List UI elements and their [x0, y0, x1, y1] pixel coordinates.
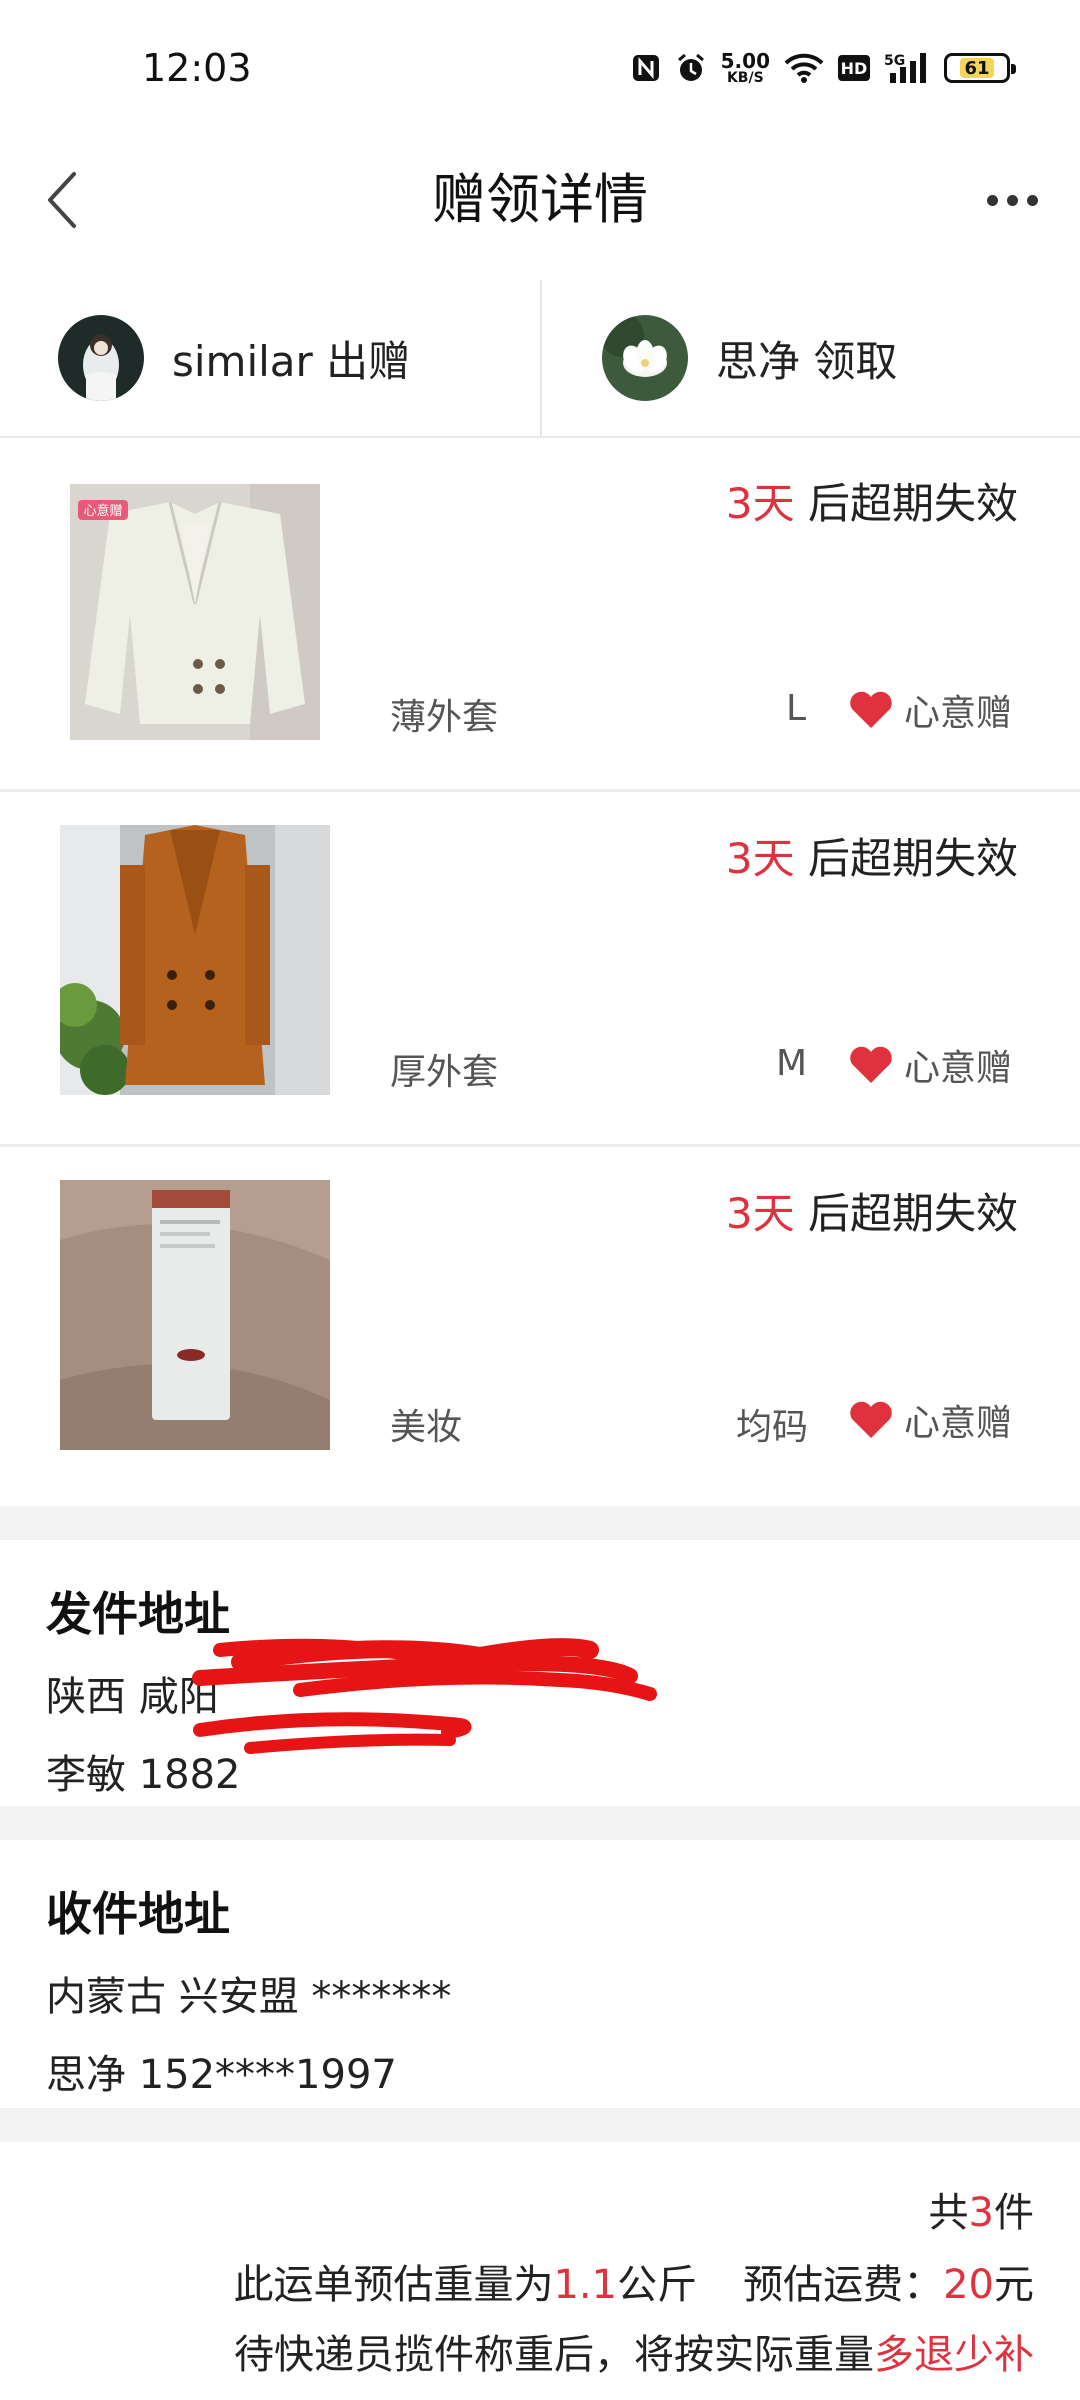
party-divider: [540, 280, 542, 436]
signal-5g-icon: 5G: [884, 51, 930, 85]
more-dot-icon: [1026, 194, 1038, 206]
more-dot-icon: [986, 194, 998, 206]
shipping-summary: 共3件 此运单预估重量为1.1公斤 预估运费：20元 待快递员揽件称重后，将按实际…: [0, 2142, 1080, 2400]
nfc-icon: [631, 53, 661, 83]
note-highlight: 多退少补: [874, 2332, 1034, 2378]
expire-notice: 3天 后超期失效: [726, 470, 1018, 531]
receive-address-title: 收件地址: [46, 1887, 230, 1941]
battery-icon: 61: [944, 53, 1016, 83]
status-bar: 12:03 5.00 KB/S HD 5G 61: [0, 0, 1080, 140]
fee-value: 20: [943, 2262, 994, 2308]
item-thumbnail[interactable]: 心意赠: [70, 484, 320, 740]
weight-prefix: 此运单预估重量为: [233, 2262, 554, 2308]
gift-tag: 心意赠: [848, 1039, 1012, 1091]
expire-notice: 3天 后超期失效: [726, 825, 1018, 886]
hd-badge: HD: [838, 55, 870, 81]
gift-tag: 心意赠: [848, 1394, 1012, 1446]
section-gap: [0, 1806, 1080, 1840]
item-size: 均码: [736, 1407, 809, 1448]
net-speed-value: 5.00: [720, 49, 770, 73]
item-size: L: [786, 688, 807, 729]
more-options-button[interactable]: [972, 170, 1052, 230]
status-time: 12:03: [142, 46, 252, 90]
send-address-line: 陕西 咸阳: [46, 1674, 219, 1720]
count-suffix: 件: [994, 2190, 1034, 2236]
receive-contact-line: 思净 152****1997: [46, 2052, 397, 2098]
svg-text:心意赠: 心意赠: [83, 503, 122, 519]
section-gap: [0, 2108, 1080, 2142]
item-count: 共3件: [929, 2180, 1034, 2238]
gift-tag-label: 心意赠: [903, 1403, 1012, 1444]
receiver-label: 思净 领取: [716, 336, 898, 386]
expire-notice: 3天 后超期失效: [726, 1180, 1018, 1241]
giver-label: similar 出赠: [172, 336, 411, 386]
send-address-section: 发件地址 陕西 咸阳 李敏 1882: [0, 1540, 1080, 1806]
net-speed-unit: KB/S: [726, 70, 764, 86]
count-value: 3: [968, 2190, 994, 2236]
item-category: 薄外套: [390, 697, 499, 738]
more-dot-icon: [1006, 194, 1018, 206]
item-category: 美妆: [390, 1407, 463, 1448]
page-title: 赠领详情: [432, 168, 648, 231]
receive-address-section: 收件地址 内蒙古 兴安盟 ******* 思净 152****1997: [0, 1840, 1080, 2108]
weight-value: 1.1: [553, 2262, 618, 2308]
nav-bar: 赠领详情: [0, 140, 1080, 270]
item-thumbnail[interactable]: [60, 1180, 330, 1450]
send-contact-line: 李敏 1882: [46, 1752, 241, 1798]
gift-tag-label: 心意赠: [903, 693, 1012, 734]
alarm-icon: [675, 52, 707, 84]
receiver-profile[interactable]: 思净 领取: [602, 280, 897, 436]
heart-icon: [850, 1046, 892, 1083]
fee-unit: 元: [994, 2262, 1034, 2308]
expire-text: 后超期失效: [794, 834, 1018, 883]
status-icons: 5.00 KB/S HD 5G 61: [631, 48, 1016, 88]
note-prefix: 待快递员揽件称重后，将按实际重量: [234, 2332, 874, 2378]
giver-avatar[interactable]: [58, 315, 144, 401]
heart-icon: [850, 1401, 892, 1438]
item-thumbnail[interactable]: [60, 825, 330, 1095]
weight-unit: 公斤: [617, 2262, 698, 2308]
expire-text: 后超期失效: [794, 479, 1018, 528]
giver-profile[interactable]: similar 出赠: [58, 280, 410, 436]
gift-item[interactable]: 3天 后超期失效 厚外套 M 心意赠: [0, 795, 1080, 1147]
expire-days: 3天: [725, 479, 795, 528]
heart-icon: [850, 691, 892, 728]
gift-item[interactable]: 3天 后超期失效 美妆 均码 心意赠: [0, 1150, 1080, 1502]
expire-days: 3天: [725, 1189, 795, 1238]
gift-tag-label: 心意赠: [903, 1048, 1012, 1089]
network-speed: 5.00 KB/S: [721, 51, 770, 85]
receiver-avatar[interactable]: [602, 315, 688, 401]
item-size: M: [776, 1043, 808, 1084]
receive-address-line: 内蒙古 兴安盟 *******: [46, 1974, 452, 2020]
section-gap: [0, 1506, 1080, 1540]
count-prefix: 共: [928, 2190, 969, 2236]
gift-tag: 心意赠: [848, 684, 1012, 736]
wifi-icon: [784, 52, 824, 84]
weight-fee-line: 此运单预估重量为1.1公斤 预估运费：20元: [233, 2252, 1034, 2310]
weight-note-line: 待快递员揽件称重后，将按实际重量多退少补: [234, 2322, 1034, 2380]
item-category: 厚外套: [390, 1052, 499, 1093]
expire-text: 后超期失效: [794, 1189, 1018, 1238]
fee-label: 预估运费：: [743, 2262, 944, 2308]
expire-days: 3天: [725, 834, 795, 883]
battery-level: 61: [959, 58, 995, 79]
svg-text:5G: 5G: [884, 53, 905, 69]
send-address-title: 发件地址: [46, 1587, 230, 1641]
party-header: similar 出赠 思净 领取: [0, 280, 1080, 438]
gift-item[interactable]: 心意赠 3天 后超期失效 薄外套 L 心意赠: [0, 440, 1080, 792]
